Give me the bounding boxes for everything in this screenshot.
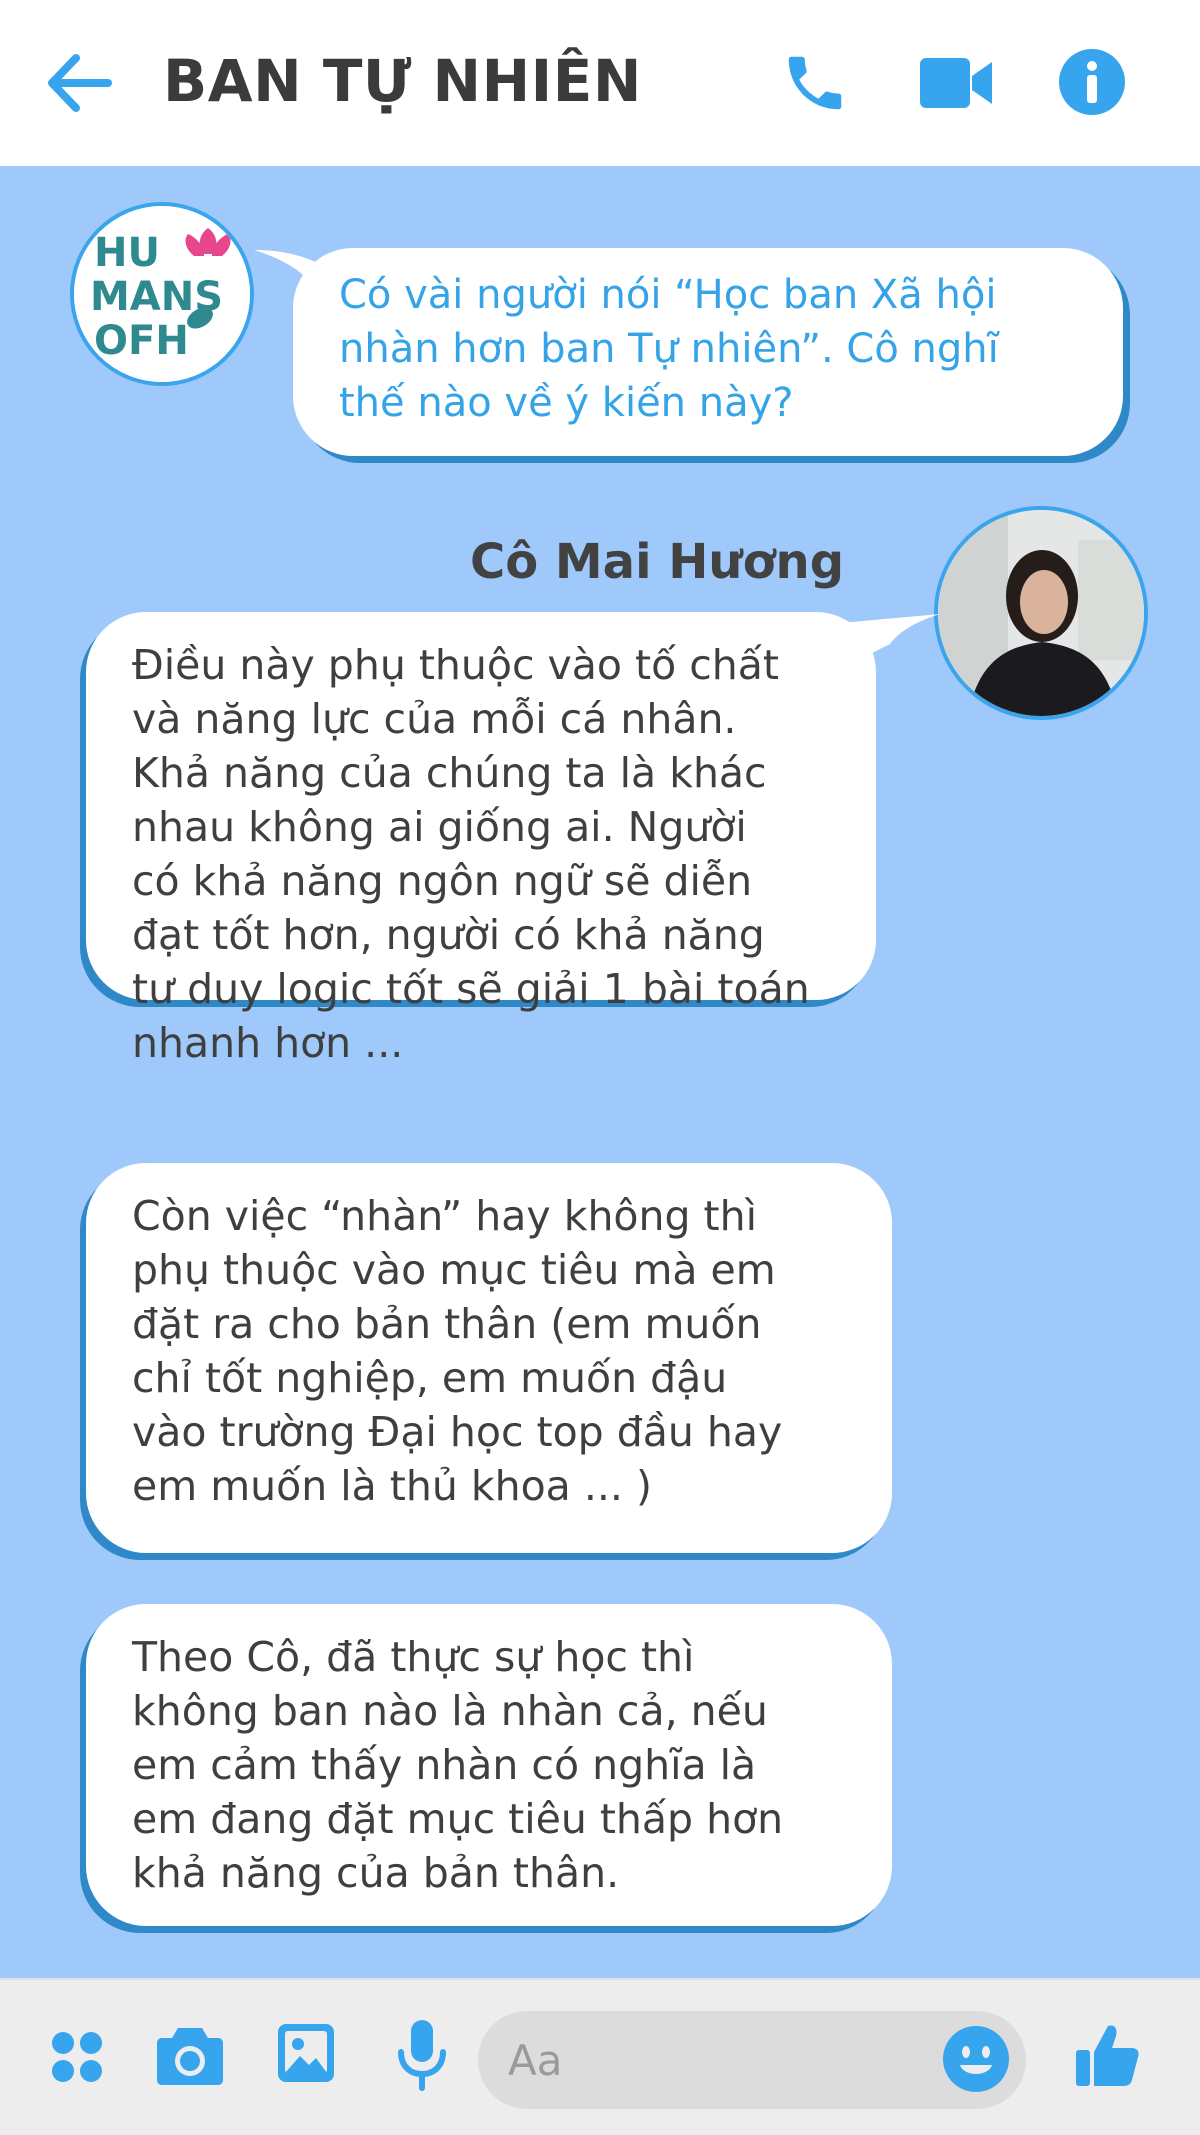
reply-message-bubble[interactable]: Còn việc “nhàn” hay không thì phụ thuộc … bbox=[86, 1163, 892, 1553]
call-button[interactable] bbox=[780, 48, 850, 118]
apps-icon bbox=[52, 2032, 102, 2082]
gallery-button[interactable] bbox=[276, 2022, 336, 2084]
video-camera-icon bbox=[920, 58, 992, 108]
chat-header: BAN TỰ NHIÊN bbox=[0, 0, 1200, 166]
back-arrow-icon bbox=[48, 54, 112, 112]
like-button[interactable] bbox=[1074, 2022, 1140, 2088]
microphone-icon bbox=[398, 2020, 446, 2091]
reply-message-text: Còn việc “nhàn” hay không thì phụ thuộc … bbox=[132, 1192, 783, 1510]
message-composer bbox=[0, 1978, 1200, 2135]
question-message-text: Có vài người nói “Học ban Xã hội nhàn hơ… bbox=[339, 272, 999, 426]
thumbs-up-icon bbox=[1076, 2025, 1139, 2086]
reply-sender-name: Cô Mai Hương bbox=[470, 534, 845, 590]
logo-line-1: HU bbox=[94, 230, 160, 276]
humans-of-h-logo: HU MANS OFH bbox=[74, 206, 250, 382]
chat-title: BAN TỰ NHIÊN bbox=[163, 47, 642, 115]
teacher-photo bbox=[938, 510, 1144, 716]
image-icon bbox=[278, 2024, 334, 2082]
camera-button[interactable] bbox=[156, 2024, 224, 2086]
back-button[interactable] bbox=[44, 50, 114, 116]
voice-button[interactable] bbox=[396, 2018, 448, 2092]
humans-of-h-avatar[interactable]: HU MANS OFH bbox=[70, 202, 254, 386]
reply-message-bubble[interactable]: Điều này phụ thuộc vào tố chất và năng l… bbox=[86, 612, 876, 1067]
reply-message-text: Điều này phụ thuộc vào tố chất và năng l… bbox=[132, 641, 810, 1067]
emoji-icon bbox=[943, 2026, 1009, 2092]
message-input[interactable] bbox=[508, 2029, 908, 2091]
apps-button[interactable] bbox=[50, 2030, 104, 2084]
reply-message-bubble[interactable]: Theo Cô, đã thực sự học thì không ban nà… bbox=[86, 1604, 892, 1926]
reply-message-text: Theo Cô, đã thực sự học thì không ban nà… bbox=[132, 1633, 784, 1897]
logo-line-3: OFH bbox=[94, 318, 189, 364]
message-input-wrapper bbox=[478, 2011, 1026, 2109]
info-button[interactable] bbox=[1058, 48, 1126, 116]
info-icon bbox=[1059, 49, 1125, 115]
phone-icon bbox=[788, 56, 842, 110]
chat-thread: HU MANS OFH Có vài người nói “Học ban Xã… bbox=[0, 166, 1200, 1978]
video-call-button[interactable] bbox=[918, 52, 994, 114]
question-message-bubble[interactable]: Có vài người nói “Học ban Xã hội nhàn hơ… bbox=[293, 248, 1123, 456]
camera-icon bbox=[157, 2028, 223, 2085]
teacher-avatar[interactable] bbox=[934, 506, 1148, 720]
emoji-button[interactable] bbox=[942, 2025, 1010, 2093]
